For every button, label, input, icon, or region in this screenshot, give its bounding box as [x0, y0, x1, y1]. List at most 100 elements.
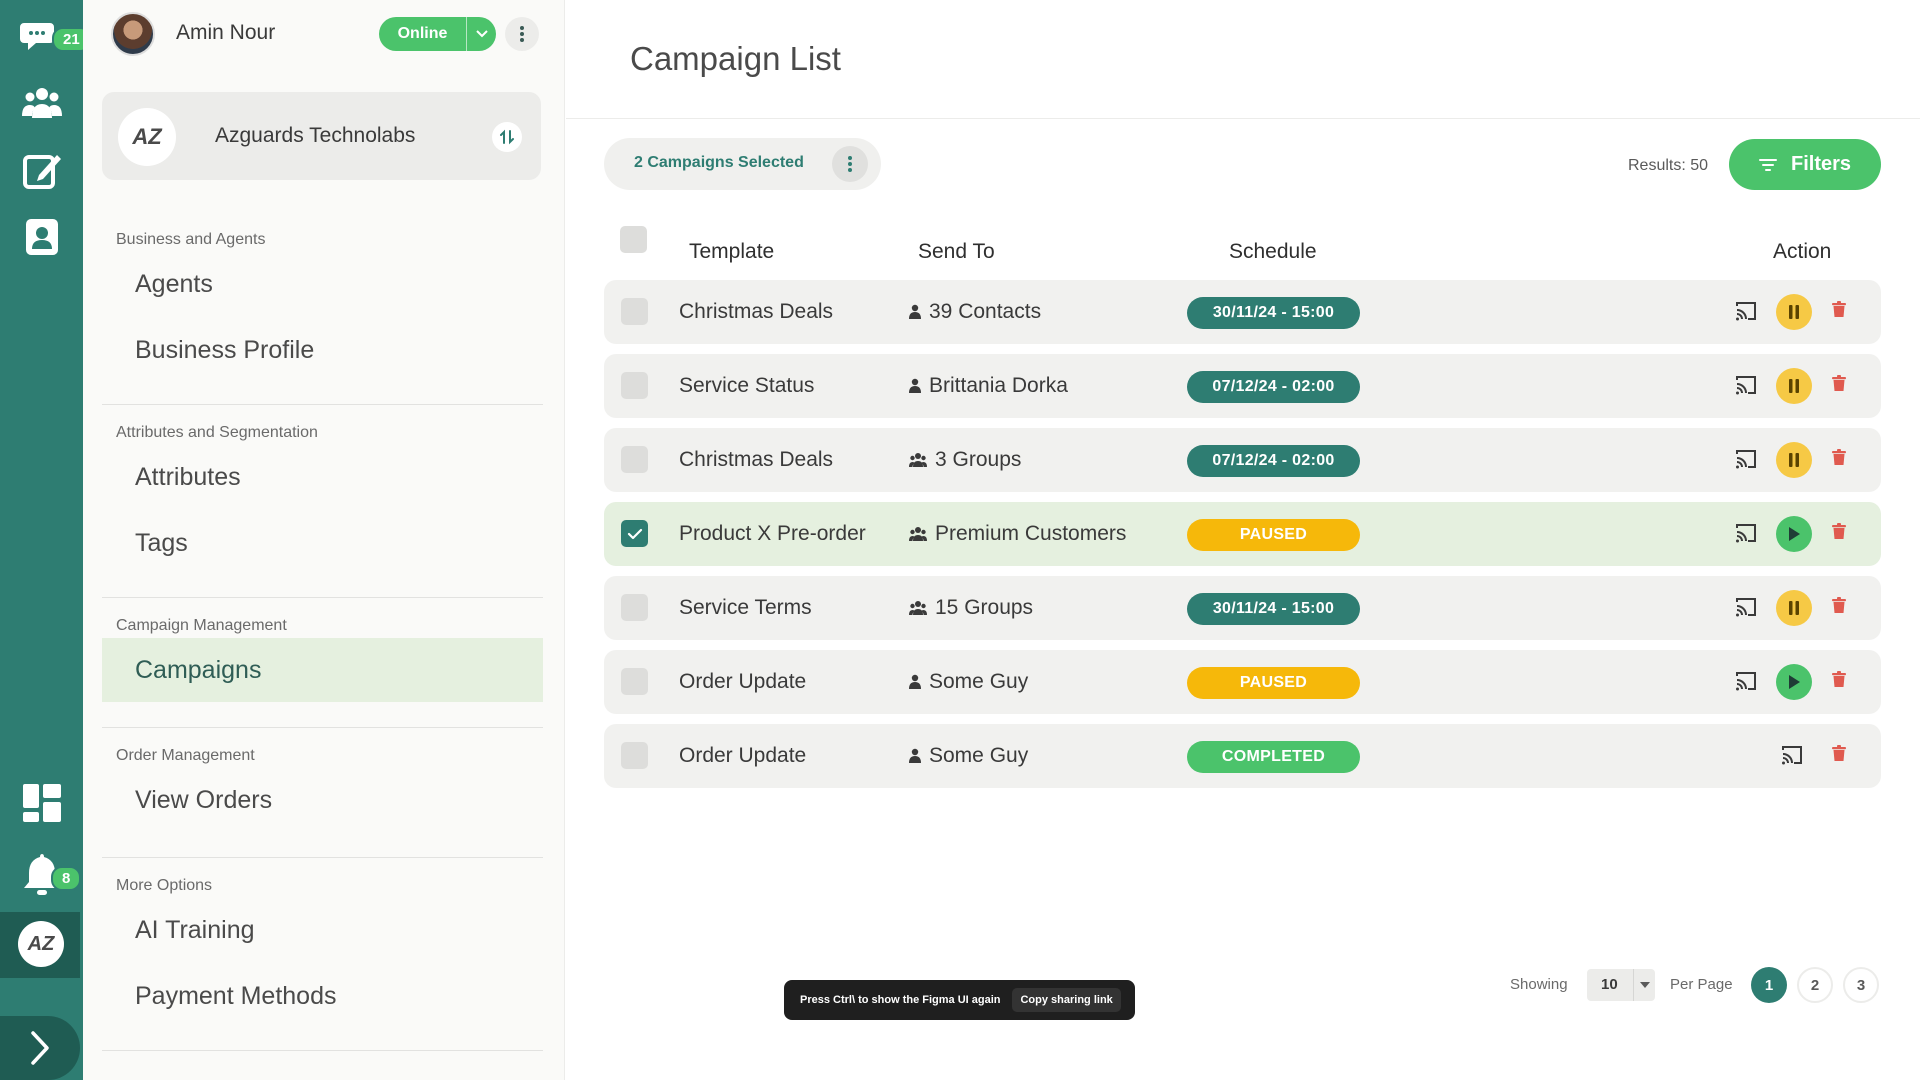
business-switcher[interactable]: AZ Azguards Technolabs	[102, 92, 541, 180]
trash-icon	[1832, 597, 1846, 613]
row-checkbox[interactable]	[621, 372, 648, 399]
cast-icon	[1782, 746, 1802, 765]
nav-divider	[102, 404, 543, 405]
filters-label: Filters	[1790, 153, 1852, 175]
row-pause-button[interactable]	[1776, 368, 1812, 404]
table-row[interactable]: Order Update Some Guy COMPLETED	[604, 724, 1881, 788]
per-page-select[interactable]: 10	[1587, 969, 1655, 1001]
sidebar-item-attributes[interactable]: Attributes	[102, 445, 543, 509]
page-button-2[interactable]: 2	[1797, 967, 1833, 1003]
row-play-button[interactable]	[1776, 516, 1812, 552]
group-icon	[909, 527, 927, 541]
workspace-avatar[interactable]: AZ	[18, 921, 64, 967]
status-label: Online	[397, 25, 448, 42]
per-page-caret[interactable]	[1633, 969, 1655, 1001]
table-row[interactable]: Product X Pre-order Premium Customers PAUS…	[604, 502, 1881, 566]
sidebar-item-tags[interactable]: Tags	[102, 511, 543, 575]
row-checkbox[interactable]	[621, 520, 648, 547]
kebab-icon	[848, 156, 852, 172]
row-delete-button[interactable]	[1832, 671, 1854, 693]
row-template: Christmas Deals	[679, 448, 834, 471]
contacts-nav-button[interactable]	[0, 78, 83, 128]
sidebar-item-agents[interactable]: Agents	[102, 252, 543, 316]
row-preview-button[interactable]	[1734, 299, 1760, 325]
row-preview-button[interactable]	[1734, 521, 1760, 547]
row-delete-button[interactable]	[1832, 301, 1854, 323]
row-send-to-label: Some Guy	[929, 744, 1029, 767]
header-divider	[566, 118, 1920, 119]
user-avatar[interactable]	[111, 12, 155, 56]
bulk-actions-button[interactable]	[832, 146, 868, 182]
play-icon	[1789, 527, 1800, 541]
check-icon	[627, 528, 642, 539]
compose-nav-button[interactable]	[0, 145, 83, 195]
row-checkbox[interactable]	[621, 668, 648, 695]
row-pause-button[interactable]	[1776, 442, 1812, 478]
person-icon	[909, 748, 921, 763]
row-pause-button[interactable]	[1776, 590, 1812, 626]
nav-heading-more-options: More Options	[116, 877, 213, 894]
switch-business-button[interactable]	[492, 122, 522, 152]
toast-message: Press Ctrl\ to show the Figma UI again	[800, 994, 1001, 1006]
page-title: Campaign List	[630, 40, 841, 77]
row-send-to-label: 39 Contacts	[929, 300, 1042, 323]
sidebar-item-view-orders[interactable]: View Orders	[102, 768, 543, 832]
nav-divider	[102, 1050, 543, 1051]
row-schedule-badge: COMPLETED	[1187, 741, 1360, 773]
copy-link-button[interactable]: Copy sharing link	[1012, 988, 1121, 1012]
row-checkbox[interactable]	[621, 594, 648, 621]
per-page-label: Per Page	[1670, 976, 1733, 993]
per-page-value: 10	[1601, 976, 1618, 993]
sidebar-item-campaigns[interactable]: Campaigns	[102, 638, 543, 702]
row-schedule-badge: 07/12/24 - 02:00	[1187, 371, 1360, 403]
row-delete-button[interactable]	[1832, 597, 1854, 619]
row-preview-button[interactable]	[1734, 595, 1760, 621]
row-send-to: Premium Customers	[909, 522, 1126, 546]
row-schedule-badge: 07/12/24 - 02:00	[1187, 445, 1360, 477]
contact-card-nav-button[interactable]	[0, 212, 83, 262]
kebab-icon	[520, 26, 524, 42]
row-template: Order Update	[679, 744, 807, 767]
row-preview-button[interactable]	[1734, 373, 1760, 399]
business-logo: AZ	[118, 108, 176, 166]
row-checkbox[interactable]	[621, 742, 648, 769]
table-row[interactable]: Christmas Deals 39 Contacts 30/11/24 - 15:…	[604, 280, 1881, 344]
nav-divider	[102, 857, 543, 858]
expand-rail-button[interactable]	[0, 1016, 80, 1080]
contacts-icon	[21, 88, 62, 118]
select-all-checkbox[interactable]	[620, 226, 647, 253]
row-template: Service Terms	[679, 596, 812, 619]
app-rail: 21 8 AZ	[0, 0, 91, 1080]
row-delete-button[interactable]	[1832, 449, 1854, 471]
page-button-1[interactable]: 1	[1751, 967, 1787, 1003]
nav-heading-attributes-segmentation: Attributes and Segmentation	[116, 424, 318, 441]
row-delete-button[interactable]	[1832, 523, 1854, 545]
nav-divider	[102, 727, 543, 728]
row-preview-button[interactable]	[1734, 669, 1760, 695]
cast-icon	[1736, 450, 1756, 469]
table-row[interactable]: Order Update Some Guy PAUSED	[604, 650, 1881, 714]
row-delete-button[interactable]	[1832, 375, 1854, 397]
row-delete-button[interactable]	[1832, 745, 1854, 767]
row-schedule-badge: 30/11/24 - 15:00	[1187, 593, 1360, 625]
status-dropdown[interactable]: Online	[379, 17, 496, 51]
selection-bar: 2 Campaigns Selected	[604, 138, 881, 190]
dashboard-nav-button[interactable]	[0, 778, 83, 828]
table-row[interactable]: Christmas Deals 3 Groups 07/12/24 - 02:00	[604, 428, 1881, 492]
row-preview-button[interactable]	[1780, 743, 1806, 769]
table-row[interactable]: Service Status Brittania Dorka 07/12/24 - …	[604, 354, 1881, 418]
sidebar-item-ai-training[interactable]: AI Training	[102, 898, 543, 962]
filters-button[interactable]: Filters	[1729, 139, 1881, 190]
sidebar-item-payment-methods[interactable]: Payment Methods	[102, 964, 543, 1028]
row-play-button[interactable]	[1776, 664, 1812, 700]
status-chevron[interactable]	[466, 17, 496, 51]
table-row[interactable]: Service Terms 15 Groups 30/11/24 - 15:00	[604, 576, 1881, 640]
user-menu-button[interactable]	[505, 17, 539, 51]
page-button-3[interactable]: 3	[1843, 967, 1879, 1003]
sidebar-item-business-profile[interactable]: Business Profile	[102, 318, 543, 382]
row-checkbox[interactable]	[621, 298, 648, 325]
row-checkbox[interactable]	[621, 446, 648, 473]
trash-icon	[1832, 301, 1846, 317]
row-pause-button[interactable]	[1776, 294, 1812, 330]
row-preview-button[interactable]	[1734, 447, 1760, 473]
